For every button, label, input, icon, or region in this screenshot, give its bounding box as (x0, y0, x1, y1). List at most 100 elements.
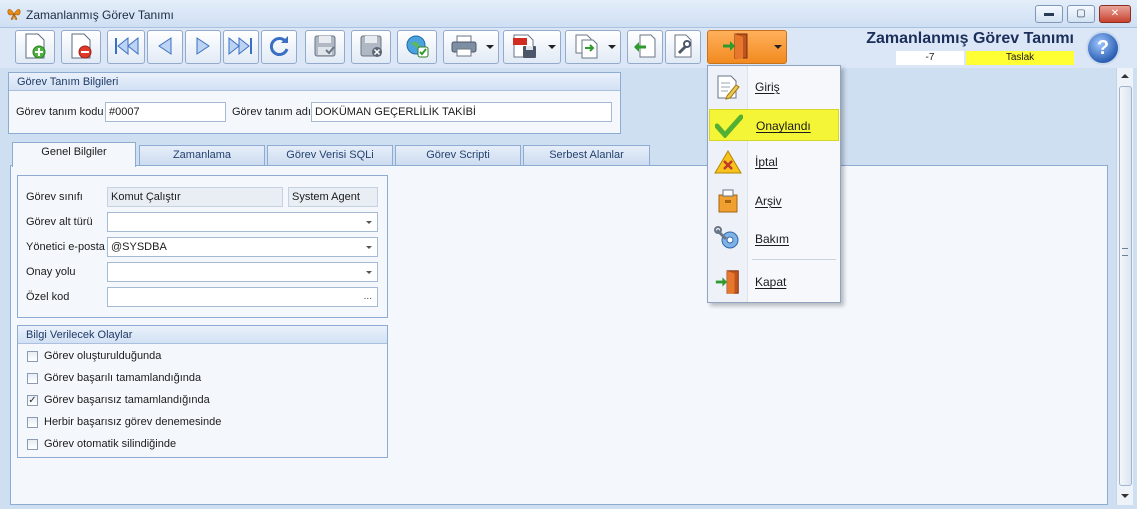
event-failed-label: Görev başarısız tamamlandığında (44, 394, 210, 406)
manager-email-value: @SYSDBA (111, 241, 167, 253)
menu-item-onaylandi[interactable]: Onaylandı (709, 109, 839, 141)
maximize-button[interactable]: ▢ (1067, 5, 1095, 23)
task-name-field[interactable]: DOKÜMAN GEÇERLİLİK TAKİBİ (311, 102, 612, 122)
tools-button[interactable] (665, 30, 701, 64)
menu-item-kapat[interactable]: Kapat (709, 266, 839, 298)
help-icon: ? (1096, 37, 1110, 59)
event-auto-deleted-checkbox[interactable] (27, 438, 38, 450)
pdf-export-button[interactable] (503, 30, 561, 64)
menu-item-label: Kapat (755, 275, 787, 289)
definition-group-title: Görev Tanım Bilgileri (9, 73, 620, 91)
menu-item-iptal[interactable]: İptal (709, 146, 839, 178)
event-succeeded-label: Görev başarılı tamamlandığında (44, 372, 202, 384)
new-button[interactable] (15, 30, 55, 64)
minimize-button[interactable]: ▬ (1035, 5, 1063, 23)
tab-task-sql[interactable]: Görev Verisi SQLi (267, 145, 393, 165)
pdf-export-icon (511, 33, 539, 62)
event-succeeded-row[interactable]: Görev başarılı tamamlandığında (27, 370, 201, 386)
ellipsis-icon[interactable]: ... (364, 288, 372, 306)
scroll-down-icon[interactable] (1121, 494, 1129, 498)
tools-icon (670, 33, 696, 62)
previous-record-button[interactable] (147, 30, 183, 64)
exit-door-icon (714, 269, 742, 295)
save-close-button[interactable] (351, 30, 391, 64)
event-auto-deleted-label: Görev otomatik silindiğinde (44, 438, 177, 450)
maintenance-gear-icon (714, 226, 742, 252)
manager-email-select[interactable]: @SYSDBA (107, 237, 378, 257)
header-title: Zamanlanmış Görev Tanımı (866, 30, 1074, 47)
close-button[interactable]: ✕ (1099, 5, 1131, 23)
event-failed-checkbox[interactable]: ✓ (27, 394, 38, 406)
event-succeeded-checkbox[interactable] (27, 372, 38, 384)
last-record-button[interactable] (223, 30, 259, 64)
web-check-button[interactable] (397, 30, 437, 64)
first-record-icon (112, 35, 140, 60)
record-number: -7 (896, 51, 964, 65)
exit-door-icon (721, 32, 751, 63)
menu-separator (752, 259, 836, 260)
print-button[interactable] (443, 30, 499, 64)
tab-general[interactable]: Genel Bilgiler (12, 142, 136, 167)
status-menu-button[interactable] (707, 30, 787, 64)
copy-export-button[interactable] (565, 30, 621, 64)
import-icon (632, 33, 658, 62)
approval-path-select[interactable] (107, 262, 378, 282)
delete-icon (68, 32, 94, 63)
menu-item-label: Onaylandı (756, 119, 811, 133)
previous-record-icon (154, 35, 176, 60)
event-auto-deleted-row[interactable]: Görev otomatik silindiğinde (27, 436, 176, 452)
task-code-field[interactable]: #0007 (105, 102, 226, 122)
task-code-label: Görev tanım kodu (16, 106, 104, 118)
tab-task-script[interactable]: Görev Scripti (395, 145, 521, 165)
chevron-down-icon (366, 246, 372, 249)
copy-export-icon (573, 33, 599, 62)
event-each-failure-checkbox[interactable] (27, 416, 38, 428)
save-button[interactable] (305, 30, 345, 64)
new-icon (22, 32, 48, 63)
task-class-label: Görev sınıfı (26, 191, 83, 203)
tab-free-fields[interactable]: Serbest Alanlar (523, 145, 650, 165)
first-record-button[interactable] (107, 30, 145, 64)
special-code-field[interactable]: ... (107, 287, 378, 307)
menu-item-label: Giriş (755, 80, 780, 94)
edit-document-icon (714, 74, 742, 100)
title-bar: Zamanlanmış Görev Tanımı ▬ ▢ ✕ (0, 0, 1137, 28)
refresh-button[interactable] (261, 30, 297, 64)
chevron-down-icon (366, 221, 372, 224)
vertical-scrollbar[interactable] (1116, 68, 1133, 505)
scroll-thumb[interactable] (1119, 86, 1132, 486)
delete-button[interactable] (61, 30, 101, 64)
scroll-up-icon[interactable] (1121, 74, 1129, 78)
menu-item-giris[interactable]: Giriş (709, 71, 839, 103)
window-title: Zamanlanmış Görev Tanımı (26, 8, 174, 22)
approval-path-label: Onay yolu (26, 266, 76, 278)
menu-item-label: Arşiv (755, 194, 782, 208)
cancel-warning-icon (714, 149, 742, 175)
event-created-row[interactable]: Görev oluşturulduğunda (27, 348, 161, 364)
import-button[interactable] (627, 30, 663, 64)
next-record-button[interactable] (185, 30, 221, 64)
refresh-icon (266, 33, 292, 62)
menu-item-label: Bakım (755, 232, 790, 246)
web-check-icon (404, 33, 430, 62)
chevron-down-icon (366, 271, 372, 274)
menu-item-label: İptal (755, 155, 778, 169)
event-created-checkbox[interactable] (27, 350, 38, 362)
menu-item-bakim[interactable]: Bakım (709, 223, 839, 255)
help-button[interactable]: ? (1086, 31, 1120, 65)
manager-email-label: Yönetici e-posta (26, 241, 105, 253)
save-close-icon (358, 33, 384, 62)
task-subtype-select[interactable] (107, 212, 378, 232)
task-agent-field: System Agent (288, 187, 378, 207)
print-icon (450, 34, 478, 61)
event-each-failure-row[interactable]: Herbir başarısız görev denemesinde (27, 414, 221, 430)
window-bottom-edge (0, 505, 1137, 509)
tab-scheduling[interactable]: Zamanlama (139, 145, 265, 165)
event-created-label: Görev oluşturulduğunda (44, 350, 162, 362)
menu-item-arsiv[interactable]: Arşiv (709, 185, 839, 217)
event-failed-row[interactable]: ✓ Görev başarısız tamamlandığında (27, 392, 210, 408)
status-dropdown-menu: Giriş Onaylandı İptal Arşiv Bakım Kapat (707, 65, 841, 303)
task-subtype-label: Görev alt türü (26, 216, 93, 228)
event-each-failure-label: Herbir başarısız görev denemesinde (44, 416, 222, 428)
butterfly-app-icon (6, 6, 22, 22)
